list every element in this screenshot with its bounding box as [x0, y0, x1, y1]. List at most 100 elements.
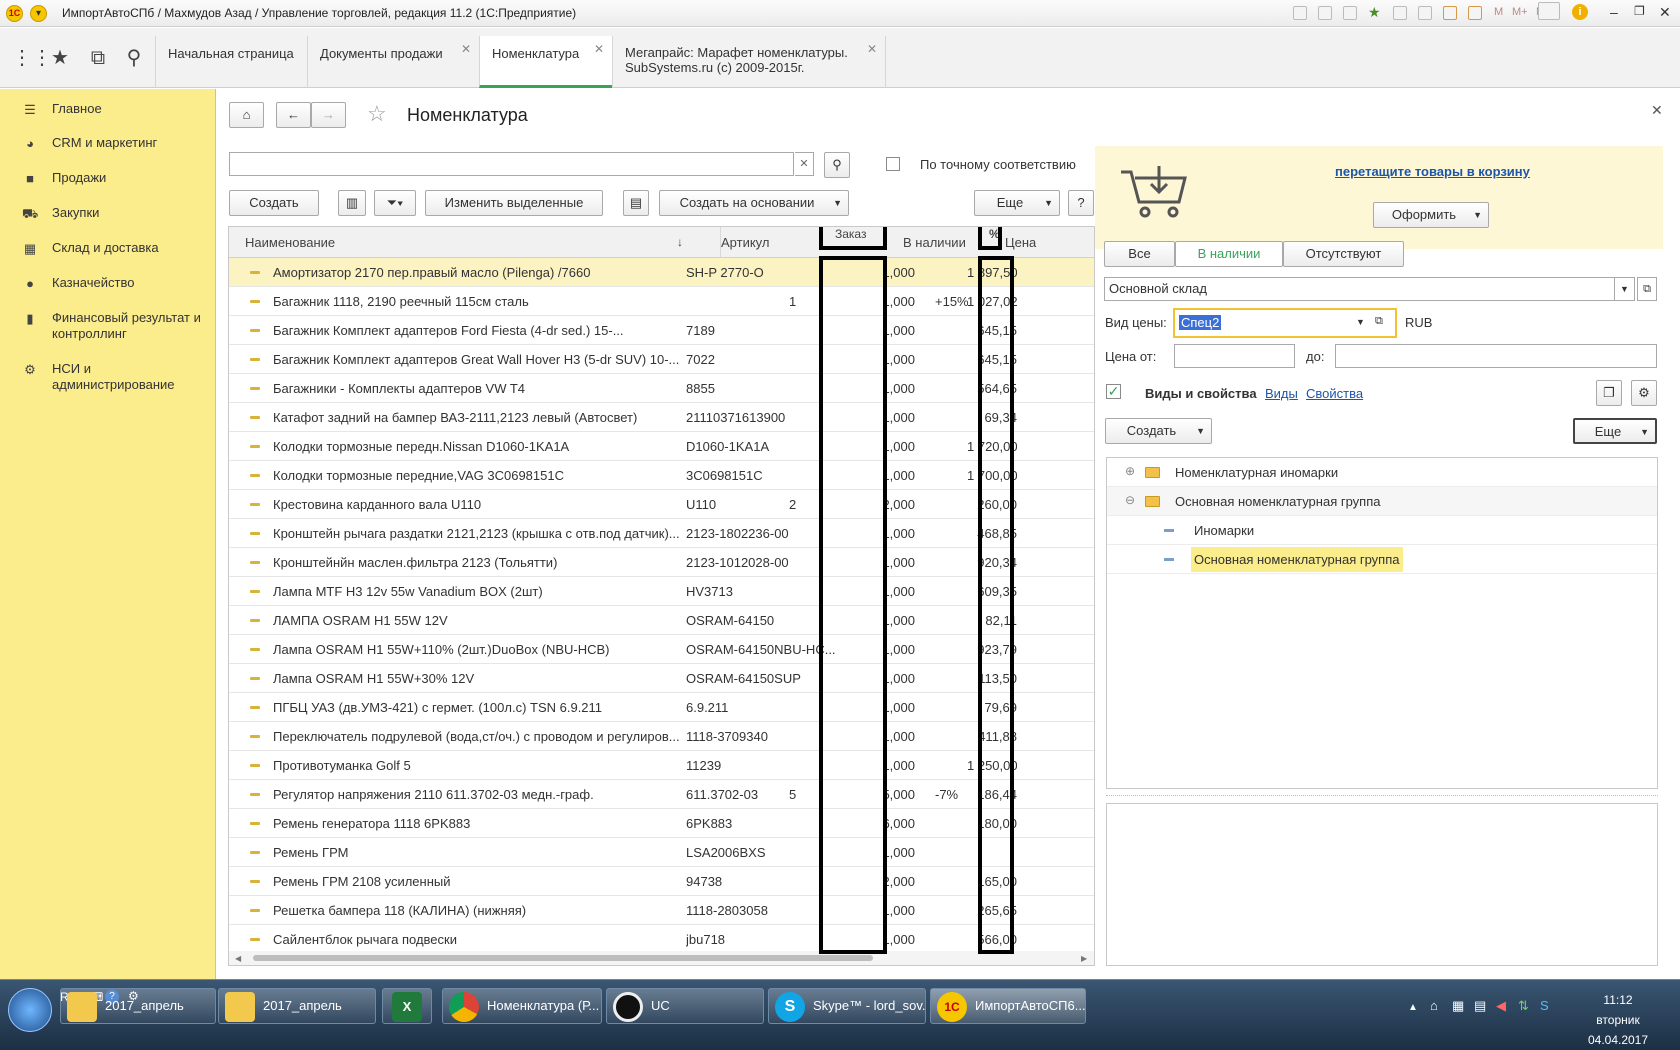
table-row[interactable]: Переключатель подрулевой (вода,ст/оч.) с… — [229, 722, 1094, 751]
table-row[interactable]: Колодки тормозные передние,VAG 3C0698151… — [229, 461, 1094, 490]
sidebar-item-admin[interactable]: ⚙ НСИ и администрирование — [22, 361, 212, 393]
table-row[interactable]: Багажник 1118, 2190 реечный 115см сталь 1… — [229, 287, 1094, 316]
tree-row[interactable]: Основная номенклатурная группа — [1107, 545, 1657, 574]
sidebar-item-main[interactable]: ☰ Главное — [22, 101, 212, 117]
table-row[interactable]: Ремень ГРМ LSA2006BXS 1,000 — [229, 838, 1094, 867]
info-icon[interactable]: i — [1572, 4, 1588, 20]
search-input[interactable] — [229, 152, 794, 176]
sidebar-item-purchases[interactable]: ⛟ Закупки — [22, 205, 212, 221]
scroll-left-icon[interactable]: ◀ — [235, 954, 241, 963]
chevron-down-icon[interactable]: ▼ — [1356, 317, 1365, 327]
collapse-icon[interactable]: ⊖ — [1125, 493, 1135, 507]
star-add-icon[interactable]: ★ — [1368, 4, 1381, 21]
table-row[interactable]: Решетка бампера 118 (КАЛИНА) (нижняя) 111… — [229, 896, 1094, 925]
scroll-right-icon[interactable]: ▶ — [1081, 954, 1087, 963]
barcode-icon[interactable]: ▥ — [338, 190, 366, 216]
table-row[interactable]: Противотуманка Golf 5 11239 1,000 1 250,00 — [229, 751, 1094, 780]
price-from-input[interactable] — [1174, 344, 1295, 368]
table-row[interactable]: Колодки тормозные передн.Nissan D1060-1K… — [229, 432, 1094, 461]
table-row[interactable]: Амортизатор 2170 пер.правый масло (Pilen… — [229, 258, 1094, 287]
clock[interactable]: 11:12 вторник 04.04.2017 — [1568, 990, 1668, 1050]
restore-button[interactable]: ❐ — [1634, 4, 1645, 18]
show-hidden-icons[interactable]: ▲ — [1408, 1002, 1418, 1013]
home-button[interactable]: ⌂ — [229, 102, 264, 128]
filter-tab-in-stock[interactable]: В наличии — [1175, 241, 1283, 267]
calculator-icon[interactable] — [1443, 6, 1457, 20]
tab-nomenclature[interactable]: Номенклатура ✕ — [479, 36, 612, 88]
table-row[interactable]: Кронштейн рычага раздатки 2121,2123 (кры… — [229, 519, 1094, 548]
expand-icon[interactable]: ⊕ — [1125, 464, 1135, 478]
open-icon[interactable]: ⧉ — [1375, 315, 1383, 328]
save-icon[interactable] — [1293, 6, 1307, 20]
groups-tree[interactable]: ⊕ Номенклатурная иномарки ⊖ Основная ном… — [1106, 457, 1658, 789]
table-row[interactable]: Крестовина карданного вала U110 U110 2 2,00… — [229, 490, 1094, 519]
history-icon[interactable] — [1418, 6, 1432, 20]
main-menu-icon[interactable]: ▾ — [30, 5, 47, 22]
warehouse-select[interactable]: Основной склад — [1104, 277, 1615, 301]
sidebar-item-crm[interactable]: ◕ CRM и маркетинг — [22, 135, 212, 151]
print-icon[interactable] — [1318, 6, 1332, 20]
exact-match-checkbox[interactable] — [886, 157, 900, 171]
tab-megaprice[interactable]: Мегапрайс: Марафет номенклатуры. SubSyste… — [612, 36, 886, 88]
sidebar-item-treasury[interactable]: ● Казначейство — [22, 275, 212, 291]
checkout-button[interactable]: Оформить ▼ — [1373, 202, 1489, 228]
report-icon[interactable]: ▤ — [623, 190, 649, 216]
table-row[interactable]: Катафот задний на бампер ВАЗ-2111,2123 л… — [229, 403, 1094, 432]
group-create-button[interactable]: Создать ▼ — [1105, 418, 1212, 444]
splitter[interactable] — [1106, 795, 1658, 796]
taskbar-item-chrome[interactable]: Номенклатура (Р... — [442, 988, 602, 1024]
scrollbar-thumb[interactable] — [253, 955, 873, 961]
group-more-button[interactable]: Еще ▼ — [1573, 418, 1657, 444]
table-row[interactable]: Багажник Комплект адаптеров Ford Fiesta … — [229, 316, 1094, 345]
help-button[interactable]: ? — [1068, 190, 1094, 216]
clear-search-icon[interactable]: ✕ — [795, 152, 814, 176]
taskbar-item-folder[interactable]: 2017_апрель — [218, 988, 376, 1024]
back-button[interactable]: ← — [276, 102, 311, 128]
create-button[interactable]: Создать — [229, 190, 319, 216]
sidebar-item-sales[interactable]: ■ Продажи — [22, 170, 212, 186]
taskbar-item-folder[interactable]: 2017_апрель — [60, 988, 216, 1024]
tab-sales-documents[interactable]: Документы продажи ✕ — [307, 36, 479, 88]
table-row[interactable]: Ремень ГРМ 2108 усиленный 94738 2,000 165,0… — [229, 867, 1094, 896]
taskbar-item-uc[interactable]: UC — [606, 988, 764, 1024]
favorites-star-icon[interactable]: ★ — [48, 46, 72, 70]
apps-grid-icon[interactable]: ⋮⋮ — [12, 46, 52, 70]
calendar-icon[interactable] — [1468, 6, 1482, 20]
settings-gear-icon[interactable]: ⚙ — [1631, 380, 1657, 406]
copy-icon[interactable]: ❐ — [1596, 380, 1622, 406]
table-row[interactable]: Ремень генератора 1118 6PK883 6PK883 6,000… — [229, 809, 1094, 838]
more-button[interactable]: Еще ▼ — [974, 190, 1060, 216]
close-tab-icon[interactable]: ✕ — [594, 42, 604, 56]
table-row[interactable]: Багажник Комплект адаптеров Great Wall H… — [229, 345, 1094, 374]
change-selected-button[interactable]: Изменить выделенные — [425, 190, 603, 216]
drag-to-cart-link[interactable]: перетащите товары в корзину — [1335, 164, 1530, 179]
search-icon[interactable]: ⚲ — [122, 46, 146, 70]
memory-mplus-icon[interactable]: M+ — [1512, 6, 1528, 18]
open-icon[interactable]: ⧉ — [1637, 277, 1657, 301]
table-row[interactable]: Багажники - Комплекты адаптеров VW T4 885… — [229, 374, 1094, 403]
sidebar-item-finance[interactable]: ▮ Финансовый результат и контроллинг — [22, 310, 212, 342]
create-based-on-button[interactable]: Создать на основании ▼ — [659, 190, 849, 216]
taskbar-item-1c[interactable]: 1С ИмпортАвтоСП6... — [930, 988, 1086, 1024]
kinds-checkbox[interactable]: ✓ — [1106, 384, 1121, 399]
favorite-star-icon[interactable]: ☆ — [367, 101, 387, 127]
column-header-price[interactable]: Цена — [1005, 235, 1036, 250]
column-header-stock[interactable]: В наличии — [903, 235, 966, 250]
tree-row[interactable]: ⊖ Основная номенклатурная группа — [1107, 487, 1657, 516]
column-header-name[interactable]: Наименование — [245, 235, 335, 250]
app-logo-icon[interactable]: 1С — [6, 5, 23, 22]
nomenclature-table[interactable]: Наименование ↓ Артикул Заказ В наличии %… — [228, 226, 1095, 966]
tree-row[interactable]: ⊕ Номенклатурная иномарки — [1107, 458, 1657, 487]
chevron-down-icon[interactable]: ▼ — [1615, 277, 1635, 301]
close-tab-icon[interactable]: ✕ — [461, 42, 471, 56]
table-row[interactable]: Сайлентблок рычага подвески jbu718 1,000 56… — [229, 925, 1094, 954]
tray-icon-2[interactable]: ▦ — [1452, 998, 1464, 1014]
table-row[interactable]: Кронштейнйн маслен.фильтра 2123 (Тольятт… — [229, 548, 1094, 577]
table-row[interactable]: ЛАМПА OSRAM H1 55W 12V OSRAM-64150 1,000 82… — [229, 606, 1094, 635]
fullscreen-icon[interactable] — [1538, 2, 1560, 20]
price-type-field[interactable]: Спец2 ▼ ⧉ — [1173, 308, 1397, 338]
start-button[interactable] — [8, 988, 52, 1032]
filter-icon[interactable]: ⏷▾ — [374, 190, 416, 216]
taskbar-item-excel[interactable]: X — [382, 988, 432, 1024]
history-icon[interactable]: ⧉ — [86, 46, 110, 70]
